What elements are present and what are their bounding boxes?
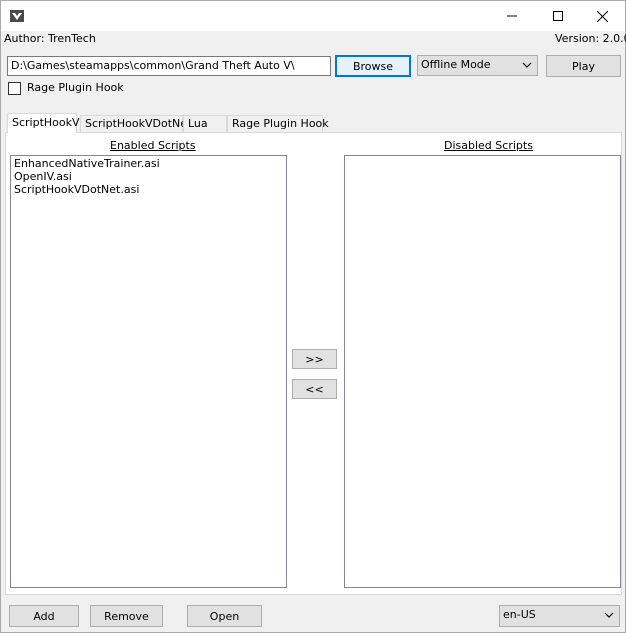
play-button[interactable]: Play — [546, 55, 621, 77]
mode-select-value: Offline Mode — [421, 58, 491, 71]
maximize-button[interactable] — [535, 1, 581, 31]
enable-script-button[interactable]: << — [292, 379, 337, 399]
title-bar[interactable] — [1, 1, 625, 31]
close-icon — [596, 10, 608, 22]
minimize-button[interactable] — [489, 1, 535, 31]
disable-script-button[interactable]: >> — [292, 349, 337, 369]
enabled-scripts-title: Enabled Scripts — [110, 139, 196, 152]
tab-rage-plugin-hook[interactable]: Rage Plugin Hook — [227, 115, 329, 132]
remove-button[interactable]: Remove — [90, 605, 163, 627]
author-label: Author: TrenTech — [4, 32, 96, 45]
list-item[interactable]: ScriptHookVDotNet.asi — [14, 183, 283, 196]
tab-scripthookvdotnet[interactable]: ScriptHookVDotNet — [80, 115, 191, 132]
chevron-down-icon — [522, 62, 532, 68]
language-select-value: en-US — [503, 608, 536, 621]
tab-lua[interactable]: Lua — [183, 115, 227, 132]
tab-scripthookv[interactable]: ScriptHookV — [7, 113, 80, 133]
rage-plugin-hook-checkbox[interactable] — [8, 82, 21, 95]
chevron-down-icon — [604, 612, 614, 618]
open-button[interactable]: Open — [187, 605, 262, 627]
add-button[interactable]: Add — [9, 605, 79, 627]
list-item[interactable]: OpenIV.asi — [14, 170, 283, 183]
list-item[interactable]: EnhancedNativeTrainer.asi — [14, 157, 283, 170]
browse-button[interactable]: Browse — [335, 55, 411, 77]
mode-select[interactable]: Offline Mode — [417, 55, 538, 76]
maximize-icon — [553, 11, 563, 21]
disabled-scripts-title: Disabled Scripts — [444, 139, 533, 152]
language-select[interactable]: en-US — [499, 605, 620, 627]
rage-plugin-hook-label: Rage Plugin Hook — [27, 81, 124, 94]
gta-app-icon — [10, 10, 24, 22]
main-content: Author: TrenTech Version: 2.0.0 D:\Games… — [1, 31, 626, 632]
app-window: Author: TrenTech Version: 2.0.0 D:\Games… — [0, 0, 626, 633]
version-label: Version: 2.0.0 — [555, 32, 626, 45]
close-button[interactable] — [579, 1, 625, 31]
scripthookv-panel: Enabled Scripts Disabled Scripts Enhance… — [5, 132, 622, 595]
enabled-scripts-list[interactable]: EnhancedNativeTrainer.asi OpenIV.asi Scr… — [10, 155, 287, 588]
disabled-scripts-list[interactable] — [344, 155, 621, 588]
minimize-icon — [507, 15, 517, 17]
game-path-input[interactable]: D:\Games\steamapps\common\Grand Theft Au… — [7, 56, 331, 76]
